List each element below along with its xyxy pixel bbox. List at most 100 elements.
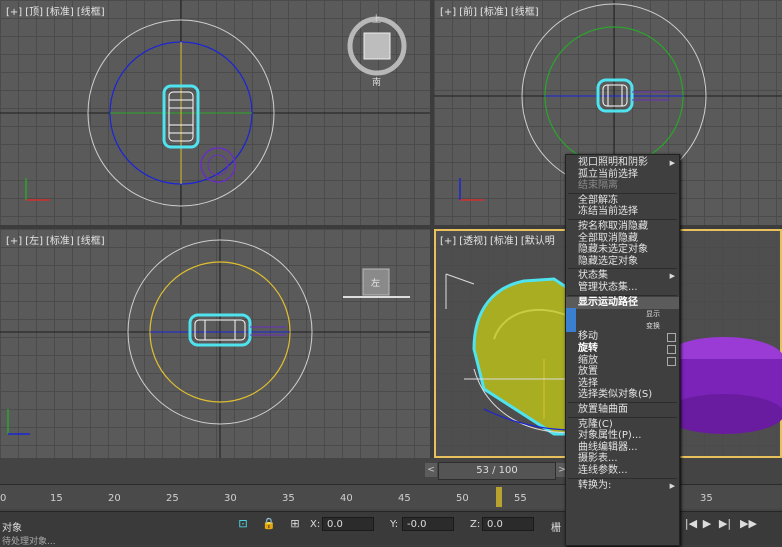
menu-item[interactable]: 全部取消隐藏 [566,233,679,245]
viewport-top-scene [0,0,430,225]
menu-item-label: 对象属性(P)... [578,430,642,442]
prev-frame-button[interactable]: < [425,463,437,477]
time-slider[interactable]: 53 / 100 [438,462,556,480]
menu-item[interactable]: 孤立当前选择 [566,169,679,181]
menu-item[interactable]: 连线参数... [566,465,679,477]
absolute-mode-icon[interactable]: ⊞ [288,517,302,531]
menu-separator [568,219,677,220]
menu-item-label: 缩放 [578,354,598,366]
selection-status: 对象 [2,523,22,534]
menu-item[interactable]: 摄影表... [566,453,679,465]
menu-item[interactable]: 隐藏选定对象 [566,256,679,268]
z-coordinate-field[interactable]: 0.0 [482,517,534,531]
menu-item-label: 管理状态集... [578,282,638,293]
viewport-top[interactable]: [+] [顶] [标准] [线框] 上 南 [0,0,430,225]
submenu-arrow-icon: ▶ [669,272,675,281]
menu-separator [568,402,677,403]
menu-item[interactable]: 移动 [566,331,679,343]
menu-item-label: 放置轴曲面 [578,404,628,415]
y-coordinate-field[interactable]: -0.0 [402,517,454,531]
track-tick: 0 [0,493,7,504]
menu-item[interactable]: 按名称取消隐藏 [566,221,679,233]
menu-item[interactable]: 管理状态集... [566,282,679,294]
track-tick: 45 [398,493,411,504]
menu-item[interactable]: 选择类似对象(S) [566,389,679,401]
menu-separator [568,477,677,479]
menu-item-label: 视口照明和阴影 [578,157,648,168]
lock-selection-icon[interactable]: 🔒 [262,517,276,531]
menu-item[interactable]: 显示运动路径 [566,296,679,309]
track-tick: 30 [224,493,237,504]
settings-box-icon[interactable] [667,356,676,366]
menu-item[interactable]: 全部解冻 [566,195,679,207]
x-label: X: [310,519,321,530]
viewport-left-scene [0,229,430,458]
menu-item[interactable]: 隐藏未选定对象 [566,244,679,256]
y-label: Y: [390,519,399,530]
menu-item[interactable]: 曲线编辑器... [566,442,679,454]
menu-item[interactable]: 旋转 [566,343,679,355]
menu-item-label: 隐藏选定对象 [578,255,638,267]
menu-item[interactable]: 放置 [566,366,679,378]
menu-item[interactable]: 视口照明和阴影 ▶ [566,157,679,169]
menu-item-label: 选择 [578,377,598,389]
end-icon[interactable]: ▶▶ [740,517,757,531]
menu-item[interactable]: 状态集 ▶ [566,270,679,282]
track-tick: 15 [50,493,63,504]
menu-item[interactable]: 冻结当前选择 [566,206,679,218]
menu-item-label: 显示运动路径 [578,296,638,308]
quad-context-menu: 视口照明和阴影 ▶ 孤立当前选择 结束隔离 全部解冻 冻结当前选择 按名称取消隐藏 全部取消隐… [565,154,680,546]
menu-item[interactable]: 缩放 [566,355,679,367]
menu-separator [568,192,677,194]
menu-item-label: 连线参数... [578,465,628,476]
viewcube-left-label[interactable]: 左 [371,276,380,289]
menu-item-label: 结束隔离 [578,180,618,192]
menu-item-label: 全部解冻 [578,194,618,206]
isolate-selection-icon[interactable]: ⊡ [236,517,250,531]
quad-tab[interactable] [566,319,576,332]
time-marker[interactable] [496,487,502,507]
viewcube-south-label[interactable]: 南 [372,75,381,88]
viewcube-top-label[interactable]: 上 [372,12,381,25]
track-tick: 25 [166,493,179,504]
menu-item[interactable]: 放置轴曲面 [566,404,679,416]
menu-item-label: 转换为: [578,479,612,491]
next-key-icon[interactable]: ▶| [718,517,732,531]
quad-title[interactable]: 显示 [566,308,679,321]
track-tick: 35 [700,493,713,504]
track-tick: 50 [456,493,469,504]
menu-item-label: 状态集 [578,270,608,282]
menu-item[interactable]: 转换为: ▶ [566,480,679,492]
quad-tab[interactable] [566,308,576,321]
track-tick: 20 [108,493,121,504]
track-tick: 40 [340,493,353,504]
prompt-line: 待处理对象... [2,537,56,547]
menu-item-label: 移动 [578,331,598,343]
settings-box-icon[interactable] [667,345,676,354]
menu-item[interactable]: 结束隔离 [566,180,679,192]
play-icon[interactable]: ▶ [700,517,714,531]
menu-item-label: 旋转 [578,343,598,354]
viewport-left[interactable]: [+] [左] [标准] [线框] 左 [0,229,430,458]
menu-item-label: 孤立当前选择 [578,168,638,180]
prev-key-icon[interactable]: |◀ [684,517,698,531]
quad-label: 变换 [646,321,660,330]
menu-item[interactable]: 对象属性(P)... [566,430,679,442]
track-tick: 35 [282,493,295,504]
submenu-arrow-icon: ▶ [669,481,675,490]
menu-item-label: 放置 [578,366,598,378]
z-label: Z: [470,519,481,530]
menu-item-label: 按名称取消隐藏 [578,221,648,232]
quad-title[interactable]: 变换 [566,319,679,332]
menu-item-label: 曲线编辑器... [578,441,638,453]
menu-item-label: 摄影表... [578,453,618,465]
menu-item[interactable]: 克隆(C) [566,419,679,431]
menu-item[interactable]: 选择 [566,378,679,390]
menu-item-label: 隐藏未选定对象 [578,244,648,256]
menu-item-label: 全部取消隐藏 [578,232,638,244]
menu-item-label: 选择类似对象(S) [578,389,653,401]
menu-item-label: 冻结当前选择 [578,206,638,218]
x-coordinate-field[interactable]: 0.0 [322,517,374,531]
menu-item-label: 克隆(C) [578,418,613,430]
settings-box-icon[interactable] [667,333,676,343]
